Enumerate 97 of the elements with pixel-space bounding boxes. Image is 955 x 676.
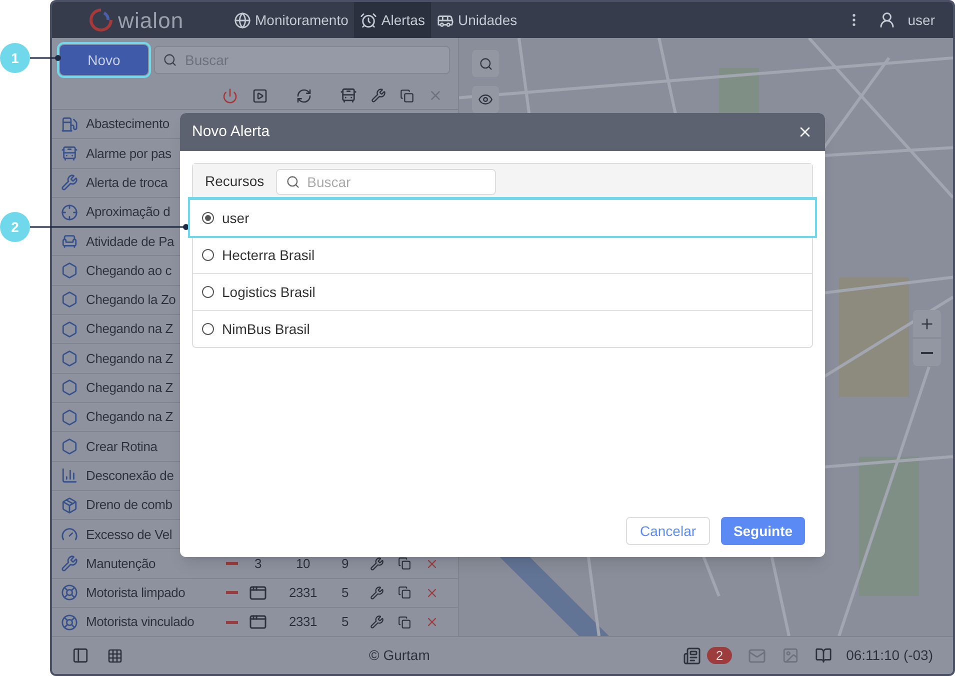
table-cell-text: 2331 (288, 584, 318, 602)
new-button[interactable]: Novo (60, 45, 148, 75)
alert-name[interactable]: Motorista limpado (86, 583, 186, 603)
disabled-icon (226, 562, 238, 566)
refresh-icon[interactable] (296, 88, 312, 104)
crosshair-icon (60, 204, 78, 221)
notifications-icon[interactable] (682, 646, 701, 664)
copy-icon[interactable] (398, 616, 411, 629)
wrench-icon (60, 174, 78, 192)
alert-name[interactable]: Chegando na Z (86, 407, 174, 427)
nav-tab[interactable]: Monitoramento (228, 2, 354, 38)
grid-icon[interactable] (107, 648, 123, 664)
polygon-icon (60, 262, 78, 280)
alert-name[interactable]: Abastecimento (86, 114, 170, 134)
alert-name[interactable]: Desconexão de (86, 466, 174, 486)
dialog-title: Novo Alerta (192, 122, 270, 142)
polygon-icon (60, 408, 78, 426)
copyright-text: © Gurtam (369, 646, 430, 665)
zoom-in-button[interactable] (913, 310, 941, 337)
wrench-icon (60, 555, 78, 572)
alert-name[interactable]: Chegando na Z (86, 319, 174, 339)
alert-name[interactable]: Alarme por pas (86, 144, 172, 164)
radio-button[interactable] (202, 249, 214, 261)
polygon-icon (60, 379, 78, 396)
book-icon[interactable] (815, 647, 832, 664)
panel-icon[interactable] (72, 647, 89, 664)
gauge-icon (60, 526, 78, 543)
table-cell-text: 5 (340, 613, 350, 632)
copy-icon[interactable] (398, 586, 411, 600)
resource-option[interactable]: NimBus Brasil (193, 310, 812, 347)
alarm-clock-icon (360, 12, 378, 28)
steering-wheel-icon (60, 584, 78, 602)
wrench-icon[interactable] (370, 556, 384, 571)
alert-name[interactable]: Chegando na Z (86, 348, 174, 368)
resource-option[interactable]: Logistics Brasil (193, 273, 812, 310)
table-cell-text: 2331 (288, 613, 318, 632)
callout-badge: 1 (0, 43, 30, 73)
notification-badge: 2 (706, 647, 732, 664)
alert-name[interactable]: Motorista vinculado (86, 612, 194, 632)
alert-name[interactable]: Alerta de troca (86, 172, 168, 192)
copy-icon[interactable] (398, 557, 411, 570)
clock-text: 06:11:10 (-03) (846, 646, 933, 665)
table-cell-text: 5 (340, 584, 350, 602)
bus-icon (60, 144, 78, 162)
callout-badge: 2 (0, 212, 30, 242)
bus-icon[interactable] (340, 87, 357, 104)
polygon-icon (60, 291, 78, 308)
polygon-icon (60, 350, 78, 368)
eye-icon (478, 92, 493, 107)
user-name[interactable]: user (908, 10, 935, 30)
search-button[interactable] (472, 50, 499, 77)
polygon-icon (60, 438, 78, 455)
play-icon[interactable] (252, 88, 268, 104)
copy-icon[interactable] (400, 88, 414, 102)
alert-name[interactable]: Excesso de Vel (86, 524, 172, 544)
alert-name[interactable]: Dreno de comb (86, 495, 172, 515)
table-cell-text: 3 (254, 554, 262, 573)
alert-name[interactable]: Chegando ao c (86, 260, 172, 280)
search-icon (163, 53, 177, 67)
resource-option[interactable]: Hecterra Brasil (193, 236, 812, 273)
alert-name[interactable]: Chegando la Zo (86, 290, 176, 310)
user-icon[interactable] (878, 11, 896, 29)
search-icon (478, 56, 492, 70)
radio-button[interactable] (202, 323, 214, 335)
leader-line (30, 54, 62, 62)
fuel-pump-icon (60, 116, 78, 133)
table-cell-text: 9 (340, 554, 350, 573)
zoom-out-button[interactable] (913, 339, 941, 366)
search-icon (286, 174, 300, 188)
logo-icon (88, 7, 114, 33)
alert-name[interactable]: Atividade de Pa (86, 232, 174, 252)
bar-chart-icon (60, 467, 78, 484)
alert-name[interactable]: Chegando na Z (86, 378, 174, 398)
window-icon (249, 613, 267, 632)
next-button[interactable]: Seguinte (721, 517, 805, 545)
disabled-icon (226, 620, 238, 624)
globe-icon (234, 12, 251, 28)
window-icon (249, 584, 267, 602)
resources-label: Recursos (205, 172, 264, 191)
alert-name[interactable]: Crear Rotina (86, 436, 158, 456)
nav-tab[interactable]: Alertas (354, 2, 431, 38)
cancel-button[interactable]: Cancelar (626, 517, 710, 545)
radio-button[interactable] (202, 286, 214, 298)
steering-wheel-icon (60, 614, 78, 631)
nav-tab[interactable]: Unidades (430, 2, 524, 38)
plus-icon (919, 316, 935, 332)
table-cell-text: 10 (294, 554, 312, 573)
disabled-icon (226, 591, 238, 594)
logo: wialon (118, 6, 184, 34)
resource-option[interactable]: user (190, 199, 815, 236)
polygon-icon (60, 320, 78, 338)
alert-name[interactable]: Aproximação d (86, 202, 170, 222)
minus-icon (921, 352, 933, 354)
visibility-button[interactable] (472, 86, 499, 113)
radio-button[interactable] (202, 212, 214, 224)
seat-icon (60, 232, 78, 250)
alert-name[interactable]: Manutenção (86, 554, 156, 574)
